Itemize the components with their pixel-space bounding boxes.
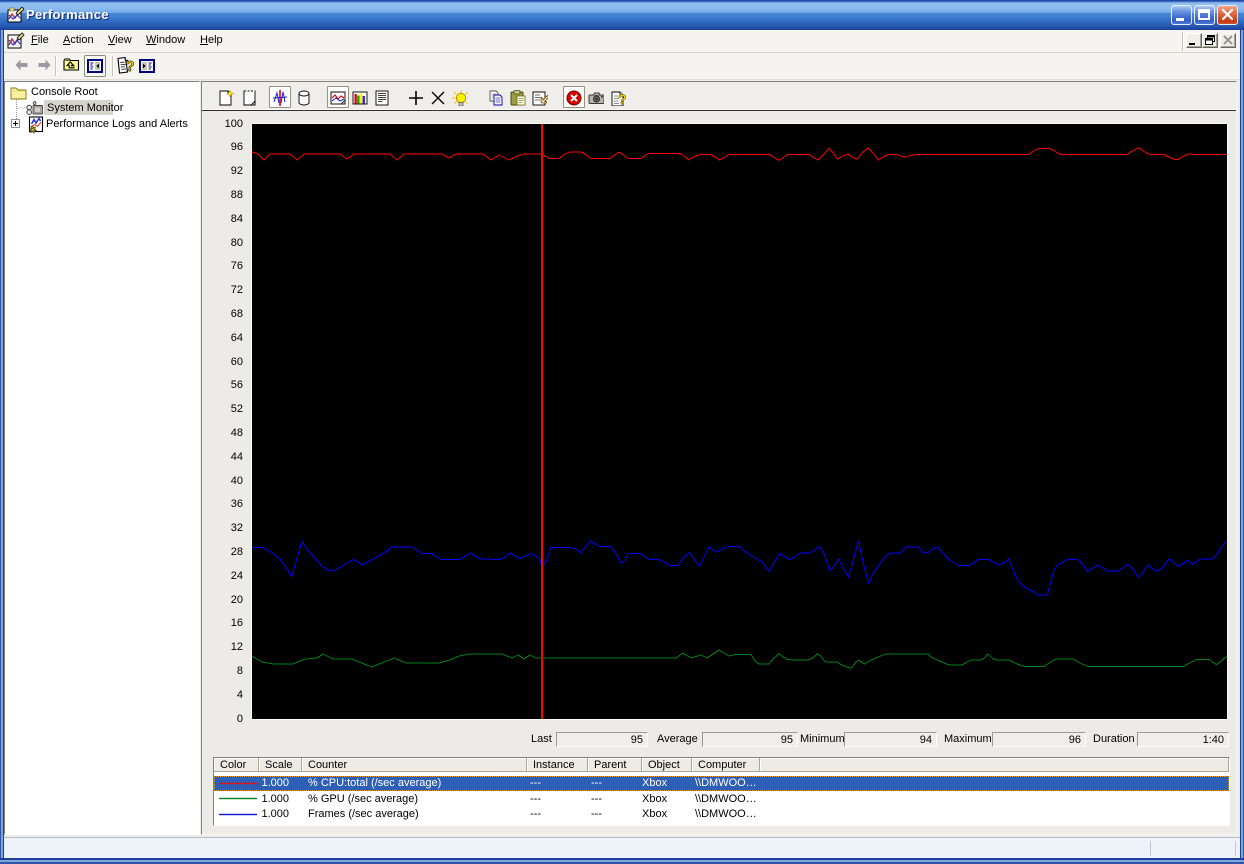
- svg-text:?: ?: [618, 91, 626, 106]
- svg-text:?: ?: [126, 58, 135, 75]
